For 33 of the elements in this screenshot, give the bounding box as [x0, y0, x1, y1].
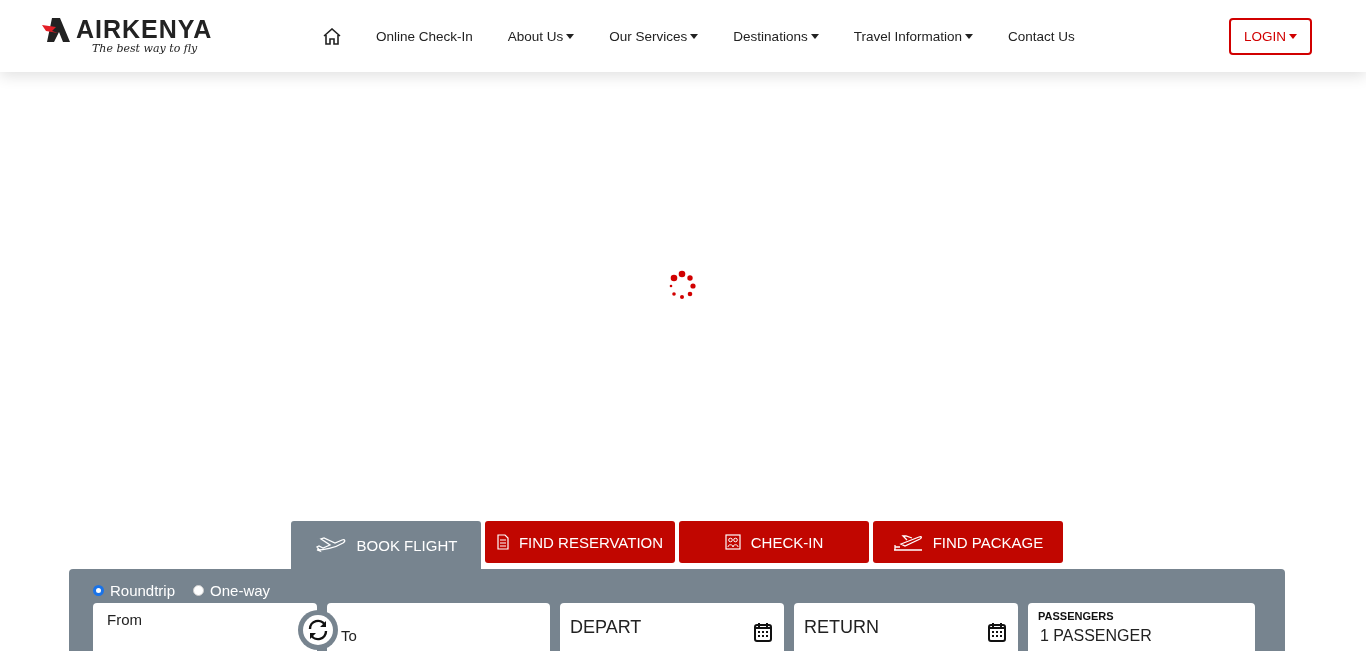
document-icon: [496, 534, 509, 550]
booking-tab[interactable]: BOOK FLIGHT: [291, 521, 481, 569]
loading-spinner-icon: [668, 270, 698, 302]
nav-link[interactable]: Our Services: [609, 28, 699, 44]
date-field[interactable]: RETURN: [794, 603, 1018, 651]
home-icon[interactable]: [323, 27, 341, 45]
nav-link[interactable]: Travel Information: [853, 28, 973, 44]
from-field[interactable]: From: [93, 603, 317, 651]
logo-text: AIRKENYA: [76, 17, 213, 42]
date-field[interactable]: DEPART: [560, 603, 784, 651]
booking-tab[interactable]: FIND PACKAGE: [873, 521, 1063, 563]
nav-link[interactable]: Online Check-In: [376, 28, 473, 44]
departing-plane-icon: [892, 533, 923, 551]
radio-label[interactable]: One-way: [210, 581, 271, 599]
nav-link[interactable]: Destinations: [733, 28, 819, 44]
field-label: PASSENGERS: [1038, 609, 1114, 622]
booking-tab[interactable]: CHECK-IN: [679, 521, 869, 563]
calendar-icon[interactable]: [988, 622, 1006, 642]
radio-button[interactable]: [93, 584, 104, 596]
nav-link[interactable]: Contact Us: [1007, 28, 1075, 44]
field-value: 1 PASSENGER: [1039, 626, 1152, 645]
to-field[interactable]: To: [327, 603, 550, 651]
swap-icon: [307, 619, 329, 641]
people-icon: [724, 534, 741, 550]
radio-label[interactable]: Roundtrip: [110, 581, 176, 599]
login-button[interactable]: LOGIN: [1229, 17, 1312, 55]
radio-button[interactable]: [193, 584, 205, 596]
calendar-icon[interactable]: [754, 622, 772, 642]
airplane-icon: [314, 536, 347, 554]
passengers-field[interactable]: PASSENGERS 1 PASSENGER: [1028, 603, 1255, 651]
nav-link[interactable]: About Us: [507, 28, 575, 44]
logo-tagline: The best way to fly: [92, 42, 199, 55]
booking-tab[interactable]: FIND RESERVATION: [485, 521, 675, 563]
